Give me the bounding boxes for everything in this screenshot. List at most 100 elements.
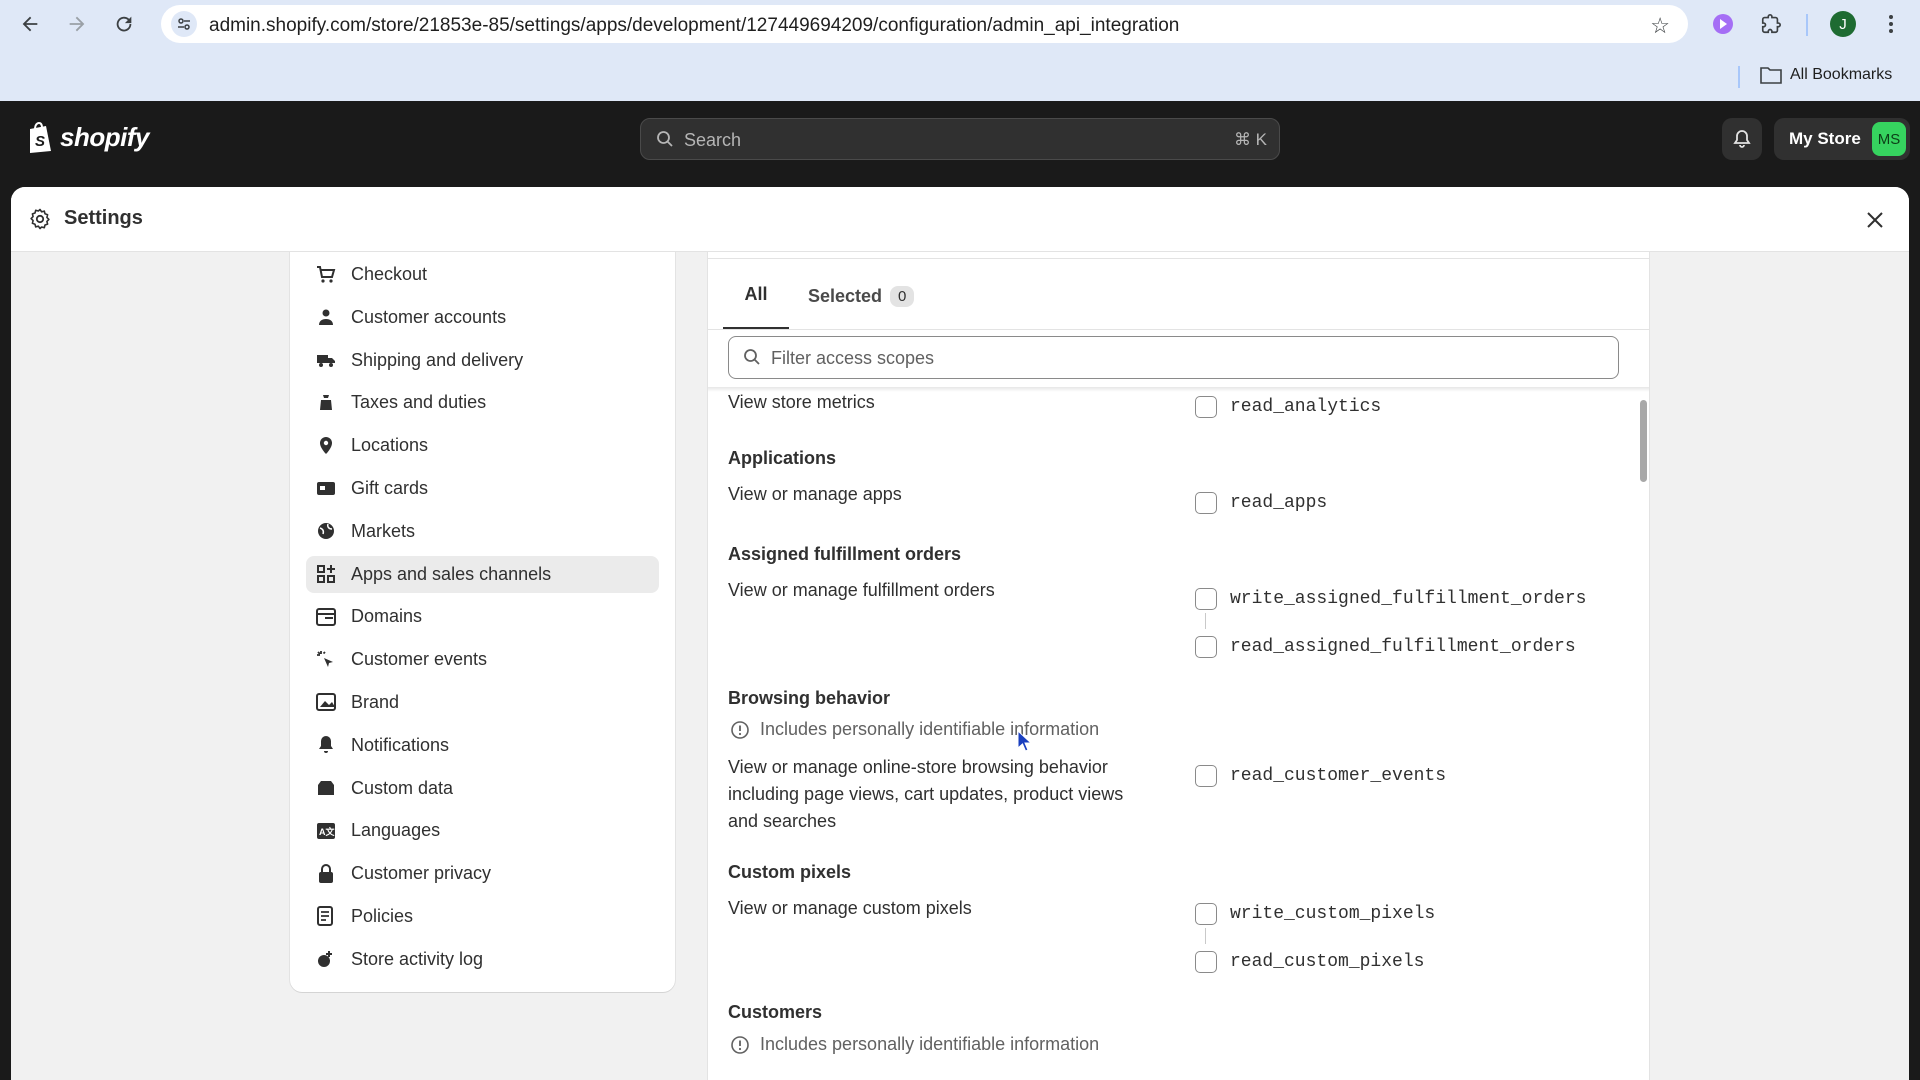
scope-connector [1205, 613, 1206, 629]
store-name: My Store [1789, 129, 1861, 148]
browser-menu-icon[interactable] [1876, 9, 1906, 39]
sidebar-item-label: Taxes and duties [351, 392, 487, 413]
tab-all[interactable]: All [723, 262, 789, 330]
settings-modal: Settings Checkout Customer accounts Shippi… [11, 187, 1909, 1080]
person-icon [314, 305, 338, 329]
back-arrow-icon[interactable] [15, 9, 45, 39]
store-menu-button[interactable]: My Store MS [1774, 118, 1910, 160]
sidebar-item-apps-and-sales-channels[interactable]: Apps and sales channels [306, 555, 659, 593]
scope-checkbox-write-custom-pixels[interactable] [1195, 903, 1217, 925]
reload-icon[interactable] [109, 9, 139, 39]
profile-avatar[interactable]: J [1828, 9, 1858, 39]
selected-count-badge: 0 [890, 285, 915, 307]
browser-chrome: admin.shopify.com/store/21853e-85/settin… [0, 0, 1920, 101]
sidebar-item-custom-data[interactable]: Custom data [306, 770, 659, 807]
sidebar-item-customer-privacy[interactable]: Customer privacy [306, 855, 659, 892]
scope-label[interactable]: read_apps [1230, 493, 1327, 513]
scope-group-title: Custom pixels [728, 862, 852, 882]
scope-label[interactable]: write_custom_pixels [1230, 904, 1435, 924]
translate-icon: A文 [314, 819, 338, 843]
scope-group-title: Applications [728, 448, 837, 468]
scope-description: including page views, cart updates, prod… [728, 784, 1124, 804]
info-circle-icon [731, 1035, 749, 1054]
folder-icon [1760, 67, 1782, 84]
scope-label[interactable]: write_assigned_fulfillment_orders [1230, 589, 1586, 609]
cart-icon [314, 263, 338, 287]
scope-description: View or manage fulfillment orders [728, 580, 995, 600]
sidebar-item-label: Apps and sales channels [351, 563, 552, 584]
gear-icon [28, 207, 52, 236]
svg-text:A文: A文 [319, 826, 335, 837]
forward-arrow-icon[interactable] [62, 9, 92, 39]
pii-warning-text: Includes personally identifiable informa… [760, 1034, 1100, 1054]
scope-checkbox-write-assigned-fulfillment-orders[interactable] [1195, 588, 1217, 610]
sidebar-item-taxes-and-duties[interactable]: Taxes and duties [306, 384, 659, 421]
domain-icon [314, 605, 338, 629]
all-bookmarks-button[interactable]: All Bookmarks [1760, 66, 1892, 84]
sidebar-item-label: Markets [351, 520, 416, 541]
scope-checkbox-read-analytics[interactable] [1195, 396, 1217, 418]
sidebar-item-domains[interactable]: Domains [306, 598, 659, 635]
tab-selected[interactable]: Selected 0 [808, 262, 915, 330]
pii-warning: Includes personally identifiable informa… [730, 1034, 1099, 1055]
scope-checkbox-read-custom-pixels[interactable] [1195, 951, 1217, 973]
sidebar-item-gift-cards[interactable]: Gift cards [306, 470, 659, 507]
scope-checkbox-read-assigned-fulfillment-orders[interactable] [1195, 636, 1217, 658]
filter-placeholder: Filter access scopes [771, 348, 935, 368]
bookmark-star-icon[interactable]: ☆ [1650, 13, 1670, 39]
filter-scopes-input[interactable]: Filter access scopes [728, 336, 1619, 379]
sidebar-item-locations[interactable]: Locations [306, 427, 659, 464]
extension-icon[interactable] [1708, 9, 1738, 39]
admin-search-input[interactable]: Search ⌘ K [640, 118, 1280, 160]
policy-icon [314, 904, 338, 928]
sidebar-item-label: Shipping and delivery [351, 349, 524, 370]
extensions-puzzle-icon[interactable] [1756, 9, 1786, 39]
access-scopes-card: All Selected 0 Filter access scopes View… [707, 252, 1650, 1080]
sidebar-item-label: Customer accounts [351, 306, 507, 327]
sidebar-item-shipping-and-delivery[interactable]: Shipping and delivery [306, 342, 659, 379]
site-settings-icon[interactable] [171, 11, 197, 37]
address-bar[interactable]: admin.shopify.com/store/21853e-85/settin… [161, 5, 1688, 43]
shopify-bag-icon: S [30, 121, 51, 153]
scope-label[interactable]: read_analytics [1230, 397, 1381, 417]
svg-text:S: S [35, 133, 45, 150]
sidebar-item-brand[interactable]: Brand [306, 684, 659, 721]
bookmarks-divider [1738, 66, 1740, 88]
store-avatar: MS [1872, 122, 1906, 156]
sidebar-item-label: Notifications [351, 734, 450, 755]
sidebar-item-notifications[interactable]: Notifications [306, 727, 659, 764]
scope-checkbox-read-apps[interactable] [1195, 492, 1217, 514]
notifications-bell-button[interactable] [1722, 118, 1762, 160]
close-icon [1867, 212, 1883, 228]
sidebar-item-label: Checkout [351, 264, 428, 284]
tab-selected-label: Selected [808, 285, 883, 306]
shopify-logo[interactable]: S shopify [26, 121, 149, 153]
search-icon [743, 348, 761, 371]
sidebar-item-markets[interactable]: Markets [306, 513, 659, 550]
scope-description: View or manage online-store browsing beh… [728, 757, 1108, 777]
sidebar-item-label: Custom data [351, 777, 454, 798]
sidebar-item-label: Brand [351, 691, 400, 712]
pii-warning: Includes personally identifiable informa… [730, 719, 1099, 740]
sidebar-item-checkout[interactable]: Checkout [306, 256, 659, 293]
close-settings-button[interactable] [1861, 206, 1889, 234]
scrollbar-thumb[interactable] [1640, 400, 1647, 482]
scope-label[interactable]: read_custom_pixels [1230, 952, 1424, 972]
scope-label[interactable]: read_customer_events [1230, 766, 1446, 786]
scope-description: and searches [728, 811, 837, 831]
sidebar-item-customer-accounts[interactable]: Customer accounts [306, 299, 659, 336]
click-icon [314, 648, 338, 672]
scope-checkbox-read-customer-events[interactable] [1195, 765, 1217, 787]
search-icon [656, 130, 674, 153]
scope-label[interactable]: read_assigned_fulfillment_orders [1230, 637, 1576, 657]
sidebar-item-languages[interactable]: A文 Languages [306, 812, 659, 849]
sidebar-item-policies[interactable]: Policies [306, 898, 659, 935]
sidebar-item-label: Customer events [351, 649, 488, 670]
card-divider [708, 258, 1649, 259]
sidebar-item-label: Customer privacy [351, 863, 492, 884]
scope-group-title: Assigned fulfillment orders [728, 544, 962, 564]
sidebar-item-customer-events[interactable]: Customer events [306, 641, 659, 678]
sidebar-item-store-activity-log[interactable]: Store activity log [306, 941, 659, 978]
mouse-cursor-icon [1017, 730, 1033, 752]
url-text[interactable]: admin.shopify.com/store/21853e-85/settin… [209, 15, 1179, 37]
